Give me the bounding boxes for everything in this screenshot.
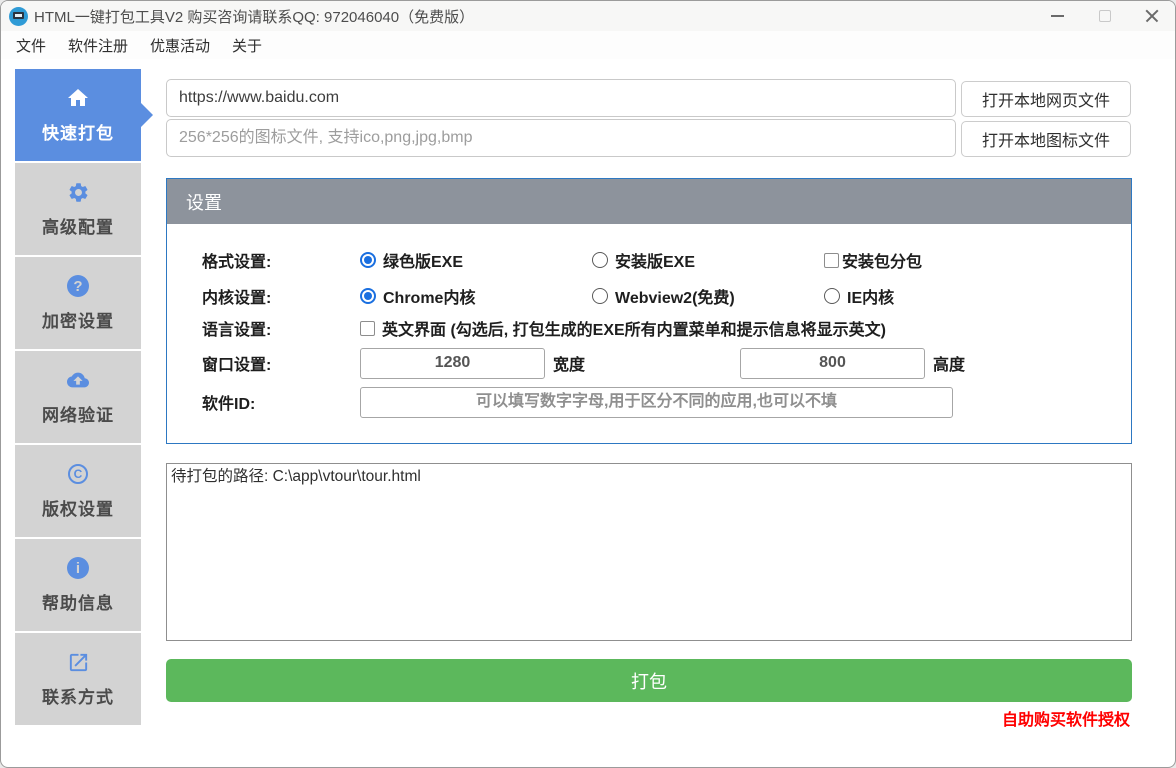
close-button[interactable] bbox=[1128, 1, 1175, 31]
menu-about[interactable]: 关于 bbox=[229, 33, 265, 58]
app-logo-icon bbox=[9, 6, 28, 26]
buy-license-link[interactable]: 自助购买软件授权 bbox=[1002, 706, 1130, 730]
sidebar-item-encryption[interactable]: ? 加密设置 bbox=[15, 257, 141, 349]
app-id-input[interactable] bbox=[360, 386, 953, 418]
log-output[interactable] bbox=[166, 463, 1132, 641]
external-link-icon bbox=[67, 650, 90, 674]
checkbox-icon bbox=[360, 320, 375, 336]
radio-icon bbox=[592, 288, 608, 304]
height-unit-label: 高度 bbox=[933, 357, 966, 374]
sidebar-item-copyright[interactable]: C 版权设置 bbox=[15, 445, 141, 537]
menu-promotions[interactable]: 优惠活动 bbox=[147, 33, 213, 58]
radio-icon bbox=[824, 288, 840, 304]
checkbox-installer-split[interactable]: 安装包分包 bbox=[824, 248, 1056, 272]
open-local-icon-button[interactable]: 打开本地图标文件 bbox=[961, 121, 1131, 157]
open-local-html-button[interactable]: 打开本地网页文件 bbox=[961, 81, 1131, 117]
app-window: HTML一键打包工具V2 购买咨询请联系QQ: 972046040（免费版） 文… bbox=[0, 0, 1176, 768]
kernel-settings-row: 内核设置: Chrome内核 Webview2(免费) IE内核 bbox=[202, 281, 1116, 311]
settings-title: 设置 bbox=[186, 192, 222, 213]
language-settings-label: 语言设置: bbox=[202, 322, 272, 339]
radio-ie-kernel[interactable]: IE内核 bbox=[824, 284, 1056, 308]
cloud-upload-icon bbox=[65, 368, 91, 392]
sidebar-item-contact[interactable]: 联系方式 bbox=[15, 633, 141, 725]
window-width-input[interactable] bbox=[360, 347, 545, 379]
sidebar-item-quick-package[interactable]: 快速打包 bbox=[15, 69, 141, 161]
question-icon: ? bbox=[67, 274, 89, 298]
window-title: HTML一键打包工具V2 购买咨询请联系QQ: 972046040（免费版） bbox=[34, 8, 475, 26]
radio-icon bbox=[360, 288, 376, 304]
title-bar: HTML一键打包工具V2 购买咨询请联系QQ: 972046040（免费版） bbox=[1, 1, 1175, 31]
home-icon bbox=[66, 86, 90, 110]
maximize-button[interactable] bbox=[1081, 1, 1128, 31]
radio-webview2-kernel[interactable]: Webview2(免费) bbox=[592, 284, 824, 308]
minimize-icon bbox=[1051, 15, 1064, 17]
checkbox-icon bbox=[824, 252, 839, 268]
format-settings-label: 格式设置: bbox=[202, 254, 272, 271]
sidebar-item-help[interactable]: i 帮助信息 bbox=[15, 539, 141, 631]
close-icon bbox=[1144, 8, 1160, 24]
maximize-icon bbox=[1098, 10, 1111, 22]
icon-file-input[interactable] bbox=[166, 119, 956, 157]
radio-icon bbox=[592, 252, 608, 268]
radio-icon bbox=[360, 252, 376, 268]
app-id-label: 软件ID: bbox=[202, 396, 256, 413]
window-height-input[interactable] bbox=[740, 347, 926, 379]
checkbox-english-ui[interactable]: 英文界面 (勾选后, 打包生成的EXE所有内置菜单和提示信息将显示英文) bbox=[360, 316, 886, 340]
radio-installer-exe[interactable]: 安装版EXE bbox=[592, 248, 824, 272]
language-settings-row: 语言设置: 英文界面 (勾选后, 打包生成的EXE所有内置菜单和提示信息将显示英… bbox=[202, 313, 1116, 343]
minimize-button[interactable] bbox=[1034, 1, 1081, 31]
sidebar-item-advanced-config[interactable]: 高级配置 bbox=[15, 163, 141, 255]
width-unit-label: 宽度 bbox=[553, 357, 586, 374]
kernel-settings-label: 内核设置: bbox=[202, 290, 272, 307]
url-input[interactable] bbox=[166, 79, 956, 117]
sidebar: 快速打包 高级配置 ? 加密设置 网络验证 C 版权设置 i 帮助信息 联系方式 bbox=[15, 69, 141, 727]
window-size-label: 窗口设置: bbox=[202, 357, 272, 374]
sidebar-item-network-verify[interactable]: 网络验证 bbox=[15, 351, 141, 443]
radio-green-exe[interactable]: 绿色版EXE bbox=[360, 248, 592, 272]
menu-file[interactable]: 文件 bbox=[13, 33, 49, 58]
settings-panel-header: 设置 bbox=[167, 179, 1131, 224]
menu-register[interactable]: 软件注册 bbox=[65, 33, 131, 58]
menu-bar: 文件 软件注册 优惠活动 关于 bbox=[1, 31, 1175, 59]
info-icon: i bbox=[67, 556, 89, 580]
settings-panel: 设置 格式设置: 绿色版EXE 安装版EXE 安装包分包 内核设置: Chrom… bbox=[166, 178, 1132, 444]
gear-icon bbox=[67, 180, 90, 204]
copyright-icon: C bbox=[68, 462, 88, 486]
radio-chrome-kernel[interactable]: Chrome内核 bbox=[360, 284, 592, 308]
package-button[interactable]: 打包 bbox=[166, 659, 1132, 702]
format-settings-row: 格式设置: 绿色版EXE 安装版EXE 安装包分包 bbox=[202, 245, 1116, 275]
app-id-row: 软件ID: bbox=[202, 386, 1116, 418]
window-size-row: 窗口设置: 宽度 高度 bbox=[202, 347, 1116, 379]
